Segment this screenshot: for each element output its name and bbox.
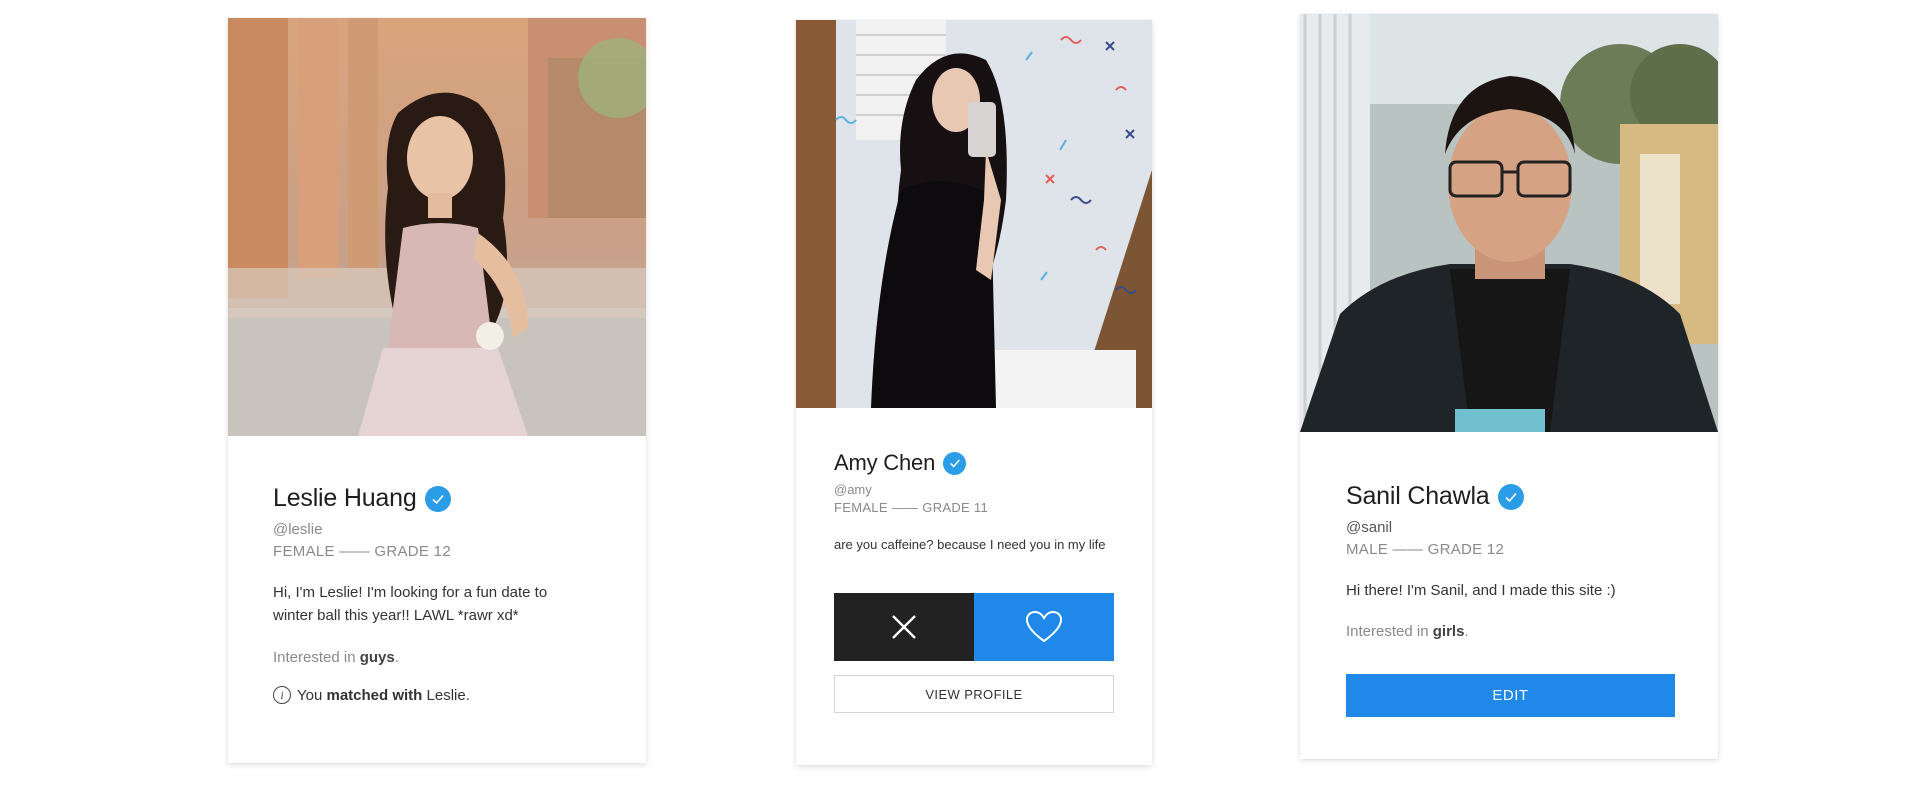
profile-card-leslie: Leslie Huang @leslie FEMALE —— GRADE 12 … <box>228 18 646 763</box>
profile-bio: are you caffeine? because I need you in … <box>834 537 1106 552</box>
profile-photo-leslie <box>228 18 646 436</box>
like-button[interactable] <box>974 593 1114 661</box>
profile-meta: FEMALE —— GRADE 11 <box>834 500 1119 515</box>
gender-label: FEMALE <box>834 500 888 515</box>
interest-prefix: Interested in <box>1346 622 1429 640</box>
edit-button[interactable]: EDIT <box>1346 674 1675 717</box>
info-icon: i <box>273 686 291 704</box>
separator: —— <box>339 543 370 560</box>
close-icon <box>892 615 916 639</box>
grade-label: GRADE 12 <box>1427 541 1505 558</box>
profile-card-amy: Amy Chen @amy FEMALE —— GRADE 11 are you… <box>796 20 1152 765</box>
grade-label: GRADE 11 <box>922 500 989 515</box>
match-suffix: Leslie. <box>426 686 470 704</box>
interest-suffix: . <box>1464 622 1469 640</box>
interest-suffix: . <box>394 649 399 666</box>
gender-label: FEMALE <box>273 543 335 560</box>
gender-label: MALE <box>1346 541 1389 558</box>
verified-check-icon <box>424 485 451 512</box>
profile-bio: Hi, I'm Leslie! I'm looking for a fun da… <box>273 584 548 624</box>
profile-card-sanil: Sanil Chawla @sanil MALE —— GRADE 12 Hi … <box>1300 14 1718 759</box>
profile-handle: @leslie <box>273 521 323 538</box>
profile-name: Sanil Chawla <box>1346 482 1490 510</box>
match-status: i You matched with Leslie. <box>273 686 613 704</box>
verified-check-icon <box>1497 483 1524 510</box>
profile-handle: @sanil <box>1346 519 1393 536</box>
match-bold: matched with <box>326 686 423 704</box>
heart-icon <box>1025 610 1063 643</box>
interest-value: guys <box>359 649 395 666</box>
interest-prefix: Interested in <box>273 649 356 666</box>
separator: —— <box>1392 541 1424 558</box>
profile-handle: @amy <box>834 482 872 497</box>
separator: —— <box>891 500 919 515</box>
view-profile-button[interactable]: VIEW PROFILE <box>834 675 1114 713</box>
profile-meta: MALE —— GRADE 12 <box>1346 541 1686 558</box>
interest-line: Interested in guys. <box>273 649 613 666</box>
profile-meta: FEMALE —— GRADE 12 <box>273 543 613 560</box>
match-prefix: You <box>297 686 323 704</box>
profile-bio: Hi there! I'm Sanil, and I made this sit… <box>1346 582 1616 599</box>
interest-line: Interested in girls. <box>1346 623 1686 640</box>
verified-check-icon <box>943 451 967 475</box>
profile-photo-sanil <box>1300 14 1718 432</box>
profile-name: Amy Chen <box>834 450 936 475</box>
pass-button[interactable] <box>834 593 974 661</box>
profile-name: Leslie Huang <box>273 484 417 512</box>
interest-value: girls <box>1432 622 1465 640</box>
profile-photo-amy <box>796 20 1152 408</box>
grade-label: GRADE 12 <box>374 543 451 560</box>
